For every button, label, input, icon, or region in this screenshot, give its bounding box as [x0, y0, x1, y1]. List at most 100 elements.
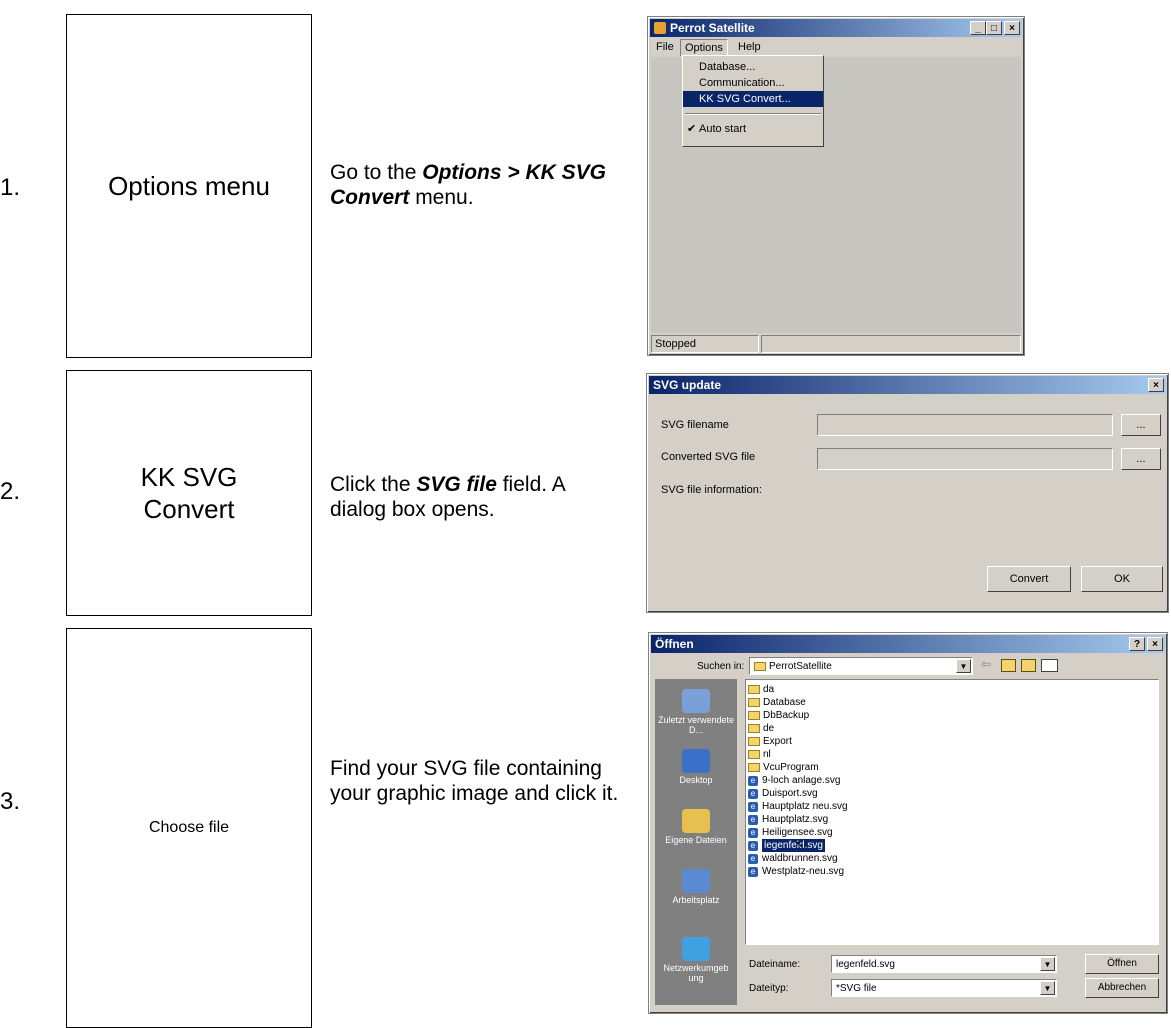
list-item[interactable]: e 9-loch anlage.svg: [748, 774, 1156, 787]
help-button[interactable]: ?: [1129, 637, 1145, 651]
svg-file-icon: e: [748, 814, 758, 825]
list-item[interactable]: e Duisport.svg: [748, 787, 1156, 800]
file-list[interactable]: da Database DbBackup de Export nl VcuPro…: [745, 679, 1159, 945]
place-network[interactable]: Netzwerkumgeb ung: [657, 937, 735, 983]
converted-svg-file-field[interactable]: [817, 448, 1113, 470]
open-button[interactable]: Öffnen: [1085, 954, 1159, 974]
dialog-title: Öffnen: [655, 637, 694, 651]
perrot-satellite-window: Perrot Satellite _ □ × File Options Help…: [647, 16, 1025, 356]
place-desktop[interactable]: Desktop: [657, 749, 735, 785]
app-icon: [654, 22, 666, 34]
recent-icon: [682, 689, 710, 713]
close-button[interactable]: ×: [1147, 637, 1163, 651]
list-item[interactable]: e Hauptplatz neu.svg: [748, 800, 1156, 813]
new-folder-icon[interactable]: [1021, 659, 1036, 672]
folder-icon: [748, 737, 760, 746]
places-bar: Zuletzt verwendete D... Desktop Eigene D…: [655, 679, 737, 1005]
svg-file-information-label: SVG file information:: [661, 484, 762, 496]
up-folder-icon[interactable]: [1001, 659, 1016, 672]
svg-filename-field[interactable]: [817, 414, 1113, 436]
mouse-cursor-icon: ↖: [794, 838, 805, 852]
dialog-titlebar: SVG update ×: [649, 376, 1166, 394]
list-item[interactable]: Database: [748, 696, 1156, 709]
step-box-label: Options menu: [108, 170, 270, 201]
close-button[interactable]: ×: [1148, 378, 1164, 392]
cancel-button[interactable]: Abbrechen: [1085, 978, 1159, 998]
window-titlebar: Perrot Satellite _ □ ×: [650, 19, 1022, 37]
svg-file-icon: e: [748, 801, 758, 812]
close-button[interactable]: ×: [1004, 21, 1020, 35]
step-number-2: 2.: [0, 478, 21, 505]
svg-file-icon: e: [748, 840, 758, 851]
menu-item-kk-svg-convert[interactable]: KK SVG Convert...: [683, 91, 823, 107]
folder-icon: [748, 763, 760, 772]
list-item[interactable]: e waldbrunnen.svg: [748, 852, 1156, 865]
menu-item-auto-start[interactable]: ✔ Auto start: [683, 121, 823, 137]
svg-file-icon: e: [748, 866, 758, 877]
convert-button[interactable]: Convert: [987, 566, 1071, 592]
browse-converted-file-button[interactable]: ...: [1121, 448, 1161, 470]
svg-file-icon: e: [748, 788, 758, 799]
svg-file-icon: e: [748, 775, 758, 786]
filename-input[interactable]: legenfeld.svg ▼: [831, 955, 1057, 973]
chevron-down-icon[interactable]: ▼: [1040, 981, 1055, 995]
step-description-1: Go to the Options > KK SVG Convert menu.: [330, 161, 607, 209]
status-text: Stopped: [655, 338, 696, 350]
menu-help[interactable]: Help: [734, 39, 765, 55]
options-dropdown-menu: Database... Communication... KK SVG Conv…: [682, 55, 824, 147]
menu-item-database[interactable]: Database...: [683, 59, 823, 75]
maximize-button[interactable]: □: [986, 21, 1002, 35]
converted-svg-file-label: Converted SVG file: [661, 451, 756, 463]
svg-update-dialog: SVG update × SVG filename ... Converted …: [646, 373, 1169, 613]
back-icon[interactable]: ⇦: [981, 657, 991, 671]
documents-icon: [682, 809, 710, 833]
step-description-3: Find your SVG file containing your graph…: [330, 757, 619, 805]
list-item[interactable]: de: [748, 722, 1156, 735]
svg-file-icon: e: [748, 853, 758, 864]
list-item-selected[interactable]: e legenfeld.svg ↖: [748, 839, 1156, 852]
menu-file[interactable]: File: [652, 39, 678, 55]
dialog-titlebar: Öffnen ? ×: [651, 635, 1165, 653]
step-box-label: KK SVG Convert: [140, 462, 238, 524]
open-file-dialog: Öffnen ? × Suchen in: PerrotSatellite ▼ …: [648, 632, 1168, 1014]
place-my-documents[interactable]: Eigene Dateien: [657, 809, 735, 845]
chevron-down-icon[interactable]: ▼: [956, 659, 971, 673]
place-my-computer[interactable]: Arbeitsplatz: [657, 869, 735, 905]
filetype-select[interactable]: *SVG file ▼: [831, 979, 1057, 997]
status-bar-panel: [761, 335, 1021, 353]
step-number-3: 3.: [0, 788, 21, 815]
list-item[interactable]: DbBackup: [748, 709, 1156, 722]
step-box-3: Choose file: [66, 628, 312, 1028]
menu-item-communication[interactable]: Communication...: [683, 75, 823, 91]
look-in-dropdown[interactable]: PerrotSatellite ▼: [749, 657, 973, 675]
computer-icon: [682, 869, 710, 893]
list-item[interactable]: nl: [748, 748, 1156, 761]
svg-filename-label: SVG filename: [661, 419, 729, 431]
chevron-down-icon[interactable]: ▼: [1040, 957, 1055, 971]
checkmark-icon: ✔: [687, 123, 697, 135]
field-name-emphasis: SVG file: [416, 473, 497, 496]
step-number-1: 1.: [0, 174, 21, 201]
window-title: Perrot Satellite: [670, 21, 755, 35]
list-item[interactable]: Export: [748, 735, 1156, 748]
folder-icon: [748, 750, 760, 759]
list-item[interactable]: VcuProgram: [748, 761, 1156, 774]
list-item[interactable]: e Westplatz-neu.svg: [748, 865, 1156, 878]
list-item[interactable]: da: [748, 683, 1156, 696]
minimize-button[interactable]: _: [970, 21, 986, 35]
dialog-title: SVG update: [653, 378, 722, 392]
folder-icon: [748, 724, 760, 733]
list-item[interactable]: e Heiligensee.svg: [748, 826, 1156, 839]
step-box-label: Choose file: [148, 819, 230, 836]
view-menu-icon[interactable]: [1041, 659, 1058, 672]
ok-button[interactable]: OK: [1081, 566, 1163, 592]
place-recent[interactable]: Zuletzt verwendete D...: [657, 689, 735, 735]
folder-icon: [748, 685, 760, 694]
step-description-2: Click the SVG file field. A dialog box o…: [330, 473, 565, 521]
svg-file-icon: e: [748, 827, 758, 838]
status-bar: Stopped: [651, 335, 759, 353]
folder-icon: [748, 698, 760, 707]
browse-svg-filename-button[interactable]: ...: [1121, 414, 1161, 436]
look-in-label: Suchen in:: [697, 661, 745, 672]
list-item[interactable]: e Hauptplatz.svg: [748, 813, 1156, 826]
